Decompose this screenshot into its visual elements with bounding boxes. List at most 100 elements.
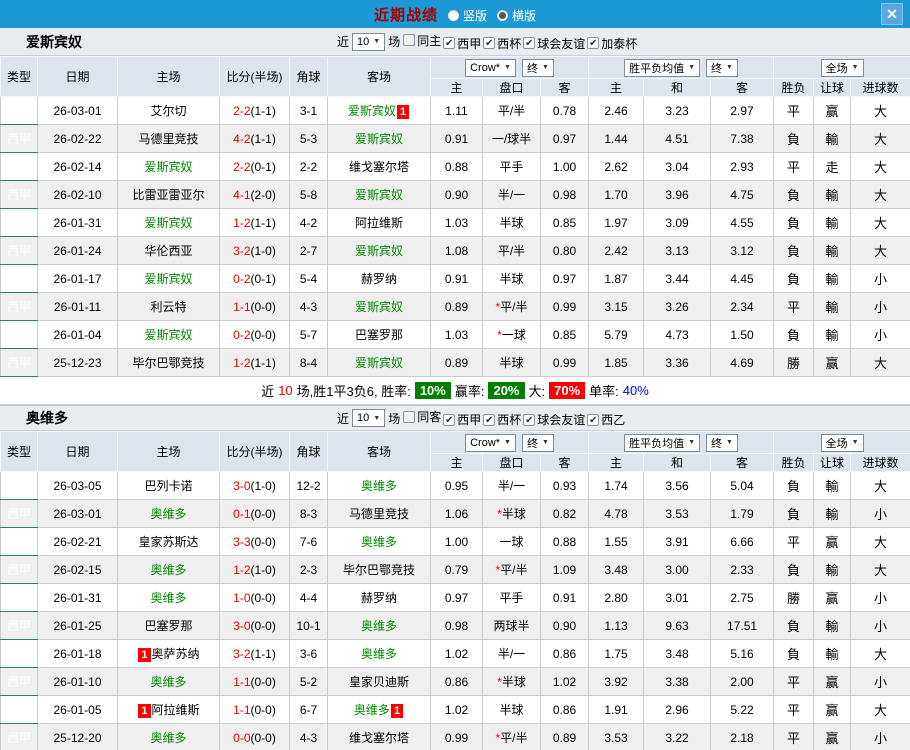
filter-checkbox[interactable]: ✔ xyxy=(523,413,536,426)
filter-checkbox[interactable]: ✔ xyxy=(587,37,600,49)
avg-type-select[interactable]: 胜平负均值 ▼ xyxy=(624,58,701,77)
avg-home-cell: 4.78 xyxy=(588,499,645,528)
avg-away-cell: 2.34 xyxy=(710,292,775,321)
layout-radio[interactable] xyxy=(447,9,459,21)
col-score: 比分(半场) xyxy=(219,431,290,472)
avg-draw-cell: 3.09 xyxy=(643,208,712,237)
odds-stage-select[interactable]: 终 ▼ xyxy=(521,58,554,77)
avg-stage-select[interactable]: 终 ▼ xyxy=(706,433,738,452)
odds-away-cell: 0.99 xyxy=(539,292,590,321)
avg-home-cell: 1.91 xyxy=(588,695,645,724)
home-team-cell: 1 阿拉维斯 xyxy=(117,695,220,724)
recent-count-select[interactable]: 10 ▼ xyxy=(352,409,386,427)
handicap-cell: 平/半 xyxy=(482,96,541,125)
table-row: 西甲 26-01-04 爱斯宾奴 0-2(0-0) 5-7 巴塞罗那 1.03 *一球 0.85… xyxy=(0,320,910,349)
scope-select[interactable]: 全场 ▼ xyxy=(820,433,864,452)
handicap-cell: 平/半 xyxy=(482,236,541,265)
red-card-badge: 1 xyxy=(138,704,151,718)
league-cell: 西甲 xyxy=(0,527,38,556)
avg-away-cell: 2.18 xyxy=(710,723,775,750)
goals-result-cell: 大 xyxy=(850,348,910,377)
avg-draw-cell: 3.56 xyxy=(643,471,712,500)
filter-option: ✔ 西乙 xyxy=(587,411,625,428)
corner-cell: 6-7 xyxy=(289,695,328,724)
score-cell: 1-0(0-0) xyxy=(219,583,290,612)
odds-away-cell: 0.93 xyxy=(539,471,590,500)
filter-checkbox[interactable]: ✔ xyxy=(483,37,496,49)
col-odds-away: 客 xyxy=(539,453,590,472)
chevron-down-icon: ▼ xyxy=(541,64,549,71)
wdl-result-cell: 負 xyxy=(773,180,815,209)
col-score: 比分(半场) xyxy=(219,56,290,97)
avg-home-cell: 3.48 xyxy=(588,555,645,584)
filter-checkbox[interactable]: ✔ xyxy=(443,413,456,426)
filter-label: 西杯 xyxy=(497,413,522,427)
date-cell: 26-03-05 xyxy=(37,471,118,500)
filter-bar: 近 10 ▼ 场 同客 ✔ 西甲 ✔ 西杯 ✔ 球会友谊 ✔ 西乙 xyxy=(337,406,630,430)
filter-checkbox[interactable]: ✔ xyxy=(483,413,496,426)
halftime-score: (0-0) xyxy=(250,674,276,689)
filter-option: ✔ 西甲 xyxy=(443,411,481,428)
scope-select[interactable]: 全场 ▼ xyxy=(820,58,864,77)
date-cell: 26-03-01 xyxy=(37,96,118,125)
odds-company-select[interactable]: Crow* ▼ xyxy=(465,58,516,77)
fulltime-score: 3-0 xyxy=(233,478,251,493)
fulltime-score: 3-2 xyxy=(233,646,251,661)
odds-company-select[interactable]: Crow* ▼ xyxy=(465,433,516,452)
close-button[interactable]: ✕ xyxy=(881,3,903,25)
odds-stage-select[interactable]: 终 ▼ xyxy=(521,433,554,452)
odds-away-cell: 0.82 xyxy=(539,499,590,528)
home-team-cell: 比雷亚雷亚尔 xyxy=(117,180,220,209)
avg-type-select[interactable]: 胜平负均值 ▼ xyxy=(624,433,701,452)
filter-checkbox[interactable] xyxy=(403,410,416,423)
fulltime-score: 4-1 xyxy=(233,187,251,202)
home-team-cell: 奥维多 xyxy=(117,583,220,612)
team-label: 赫罗纳 xyxy=(360,272,397,286)
recent-label: 近 xyxy=(337,411,350,426)
layout-radio[interactable] xyxy=(497,9,508,21)
odds-home-cell: 0.98 xyxy=(430,611,483,640)
corner-cell: 12-2 xyxy=(289,471,328,500)
team-name: 爱斯宾奴 xyxy=(26,33,82,50)
filter-checkbox[interactable]: ✔ xyxy=(523,37,536,49)
single-rate-label: 单率: xyxy=(589,384,619,399)
fulltime-score: 1-1 xyxy=(233,702,251,717)
filter-checkbox[interactable]: ✔ xyxy=(443,37,456,49)
filter-label: 球会友谊 xyxy=(537,413,586,427)
avg-home-cell: 1.70 xyxy=(588,180,645,209)
summary-bar: 近 10 场,胜1平3负6, 胜率: 10% 赢率: 20% 大: 70% 单率: 4… xyxy=(0,377,910,405)
filter-checkbox[interactable]: ✔ xyxy=(587,413,600,426)
avg-away-cell: 2.33 xyxy=(710,555,775,584)
halftime-score: (0-0) xyxy=(250,299,276,314)
goals-result-cell: 小 xyxy=(850,667,910,696)
avg-home-cell: 1.97 xyxy=(588,208,645,237)
section-header: 奥维多 近 10 ▼ 场 同客 ✔ 西甲 ✔ 西杯 ✔ 球会友谊 ✔ 西乙 xyxy=(0,405,910,431)
avg-draw-cell: 3.53 xyxy=(643,499,712,528)
away-team-cell: 赫罗纳 xyxy=(327,264,431,293)
handicap-result-cell: 輸 xyxy=(813,499,852,528)
halftime-score: (0-1) xyxy=(250,271,276,286)
score-cell: 0-2(0-1) xyxy=(219,264,290,293)
halftime-score: (1-0) xyxy=(250,243,276,258)
corner-cell: 5-4 xyxy=(289,264,328,293)
goals-result-cell: 小 xyxy=(850,320,910,349)
corner-cell: 3-6 xyxy=(289,639,328,668)
col-type: 类型 xyxy=(0,56,38,97)
filter-checkbox[interactable] xyxy=(403,34,416,46)
avg-stage-select[interactable]: 终 ▼ xyxy=(706,58,738,77)
table-row: 西甲 26-02-15 奥维多 1-2(1-0) 2-3 毕尔巴鄂竞技 0.79 *平/半 1.… xyxy=(0,555,910,584)
filter-option: 同主 xyxy=(403,32,441,49)
filter-label: 西乙 xyxy=(601,413,626,427)
avg-home-cell: 3.53 xyxy=(588,723,645,750)
handicap-cell: 半球 xyxy=(482,208,541,237)
filter-label: 加泰杯 xyxy=(601,36,638,51)
chevron-down-icon: ▼ xyxy=(851,439,859,446)
wdl-result-cell: 平 xyxy=(773,96,815,125)
avg-draw-cell: 3.96 xyxy=(643,180,712,209)
handicap-result-cell: 輸 xyxy=(813,236,852,265)
avg-home-cell: 3.92 xyxy=(588,667,645,696)
team-label: 爱斯宾奴 xyxy=(354,356,403,370)
recent-count-select[interactable]: 10 ▼ xyxy=(352,32,386,51)
red-card-badge: 1 xyxy=(396,105,410,119)
chevron-down-icon: ▼ xyxy=(504,64,511,71)
